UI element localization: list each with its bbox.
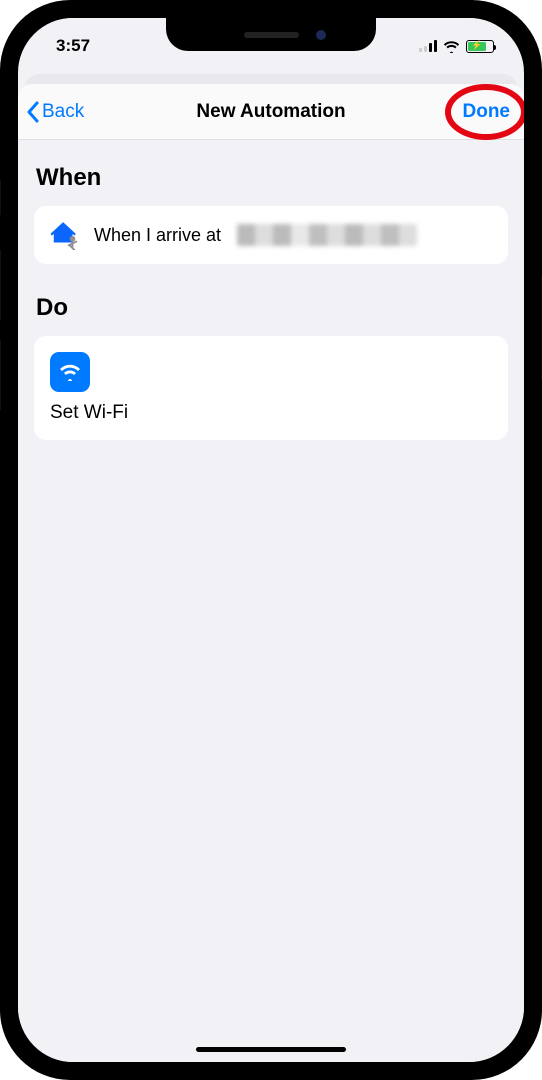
content-area: When When I arrive at Do — [18, 140, 524, 440]
notch — [166, 18, 376, 51]
volume-down — [0, 340, 1, 410]
when-section-title: When — [34, 164, 508, 192]
navigation-bar: Back New Automation Done — [18, 84, 524, 140]
cellular-signal-icon — [419, 40, 437, 52]
redacted-location — [237, 224, 417, 246]
home-indicator[interactable] — [196, 1047, 346, 1052]
back-label: Back — [42, 101, 84, 123]
battery-icon — [466, 40, 494, 53]
volume-up — [0, 250, 1, 320]
page-title: New Automation — [196, 101, 345, 123]
wifi-white-icon — [58, 363, 82, 381]
arrive-home-icon — [50, 220, 80, 250]
speaker-grill — [244, 32, 299, 38]
mute-switch — [0, 180, 1, 215]
wifi-action-tile — [50, 352, 90, 392]
status-icons — [419, 40, 494, 53]
chevron-left-icon — [26, 101, 40, 123]
wifi-icon — [443, 40, 460, 53]
phone-frame: 3:57 Back — [0, 0, 542, 1080]
do-section-title: Do — [34, 294, 508, 322]
done-button[interactable]: Done — [463, 101, 511, 123]
modal-sheet: Back New Automation Done When — [18, 84, 524, 1062]
status-time: 3:57 — [56, 36, 90, 56]
front-camera — [316, 30, 326, 40]
do-action-label: Set Wi-Fi — [50, 402, 492, 424]
when-condition-card[interactable]: When I arrive at — [34, 206, 508, 264]
back-button[interactable]: Back — [26, 101, 84, 123]
when-condition-text: When I arrive at — [94, 225, 221, 246]
do-action-card[interactable]: Set Wi-Fi — [34, 336, 508, 440]
done-label: Done — [463, 101, 511, 122]
screen: 3:57 Back — [18, 18, 524, 1062]
